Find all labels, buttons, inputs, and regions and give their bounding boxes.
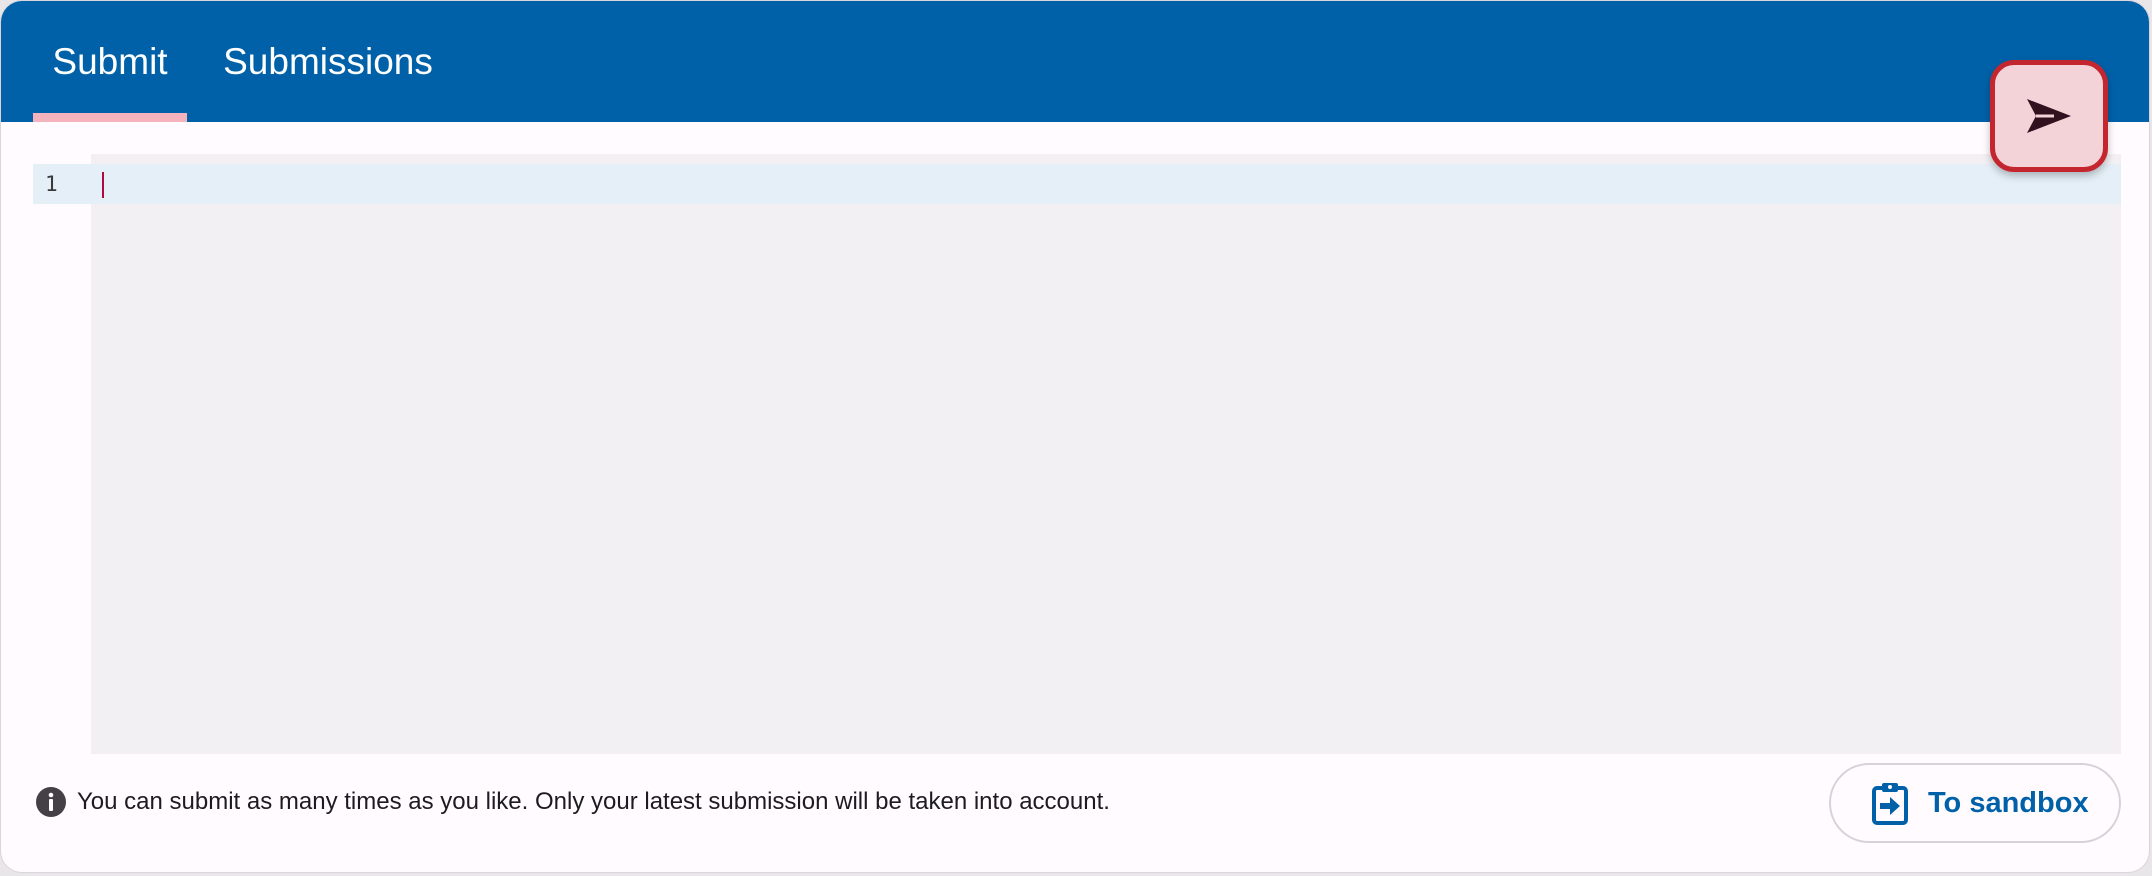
code-editor[interactable]: 1 xyxy=(33,154,2121,754)
text-cursor xyxy=(102,172,104,198)
active-tab-indicator xyxy=(33,113,187,122)
submission-info-text: You can submit as many times as you like… xyxy=(77,788,1110,815)
active-line-highlight xyxy=(33,164,2121,204)
to-sandbox-button[interactable]: To sandbox xyxy=(1829,763,2121,843)
submission-card: Submit Submissions 1 You can submit as m… xyxy=(0,0,2150,873)
info-icon xyxy=(36,787,66,817)
send-icon xyxy=(2027,99,2071,133)
clipboard-arrow-icon xyxy=(1872,783,1908,825)
tab-submit[interactable]: Submit xyxy=(33,1,187,122)
to-sandbox-label: To sandbox xyxy=(1928,787,2089,819)
line-number: 1 xyxy=(45,172,58,196)
tab-submit-label: Submit xyxy=(52,40,168,82)
editor-gutter xyxy=(33,154,91,754)
submit-button[interactable] xyxy=(1990,60,2108,172)
tab-submissions-label: Submissions xyxy=(223,40,433,82)
tab-submissions[interactable]: Submissions xyxy=(207,1,449,122)
tab-bar: Submit Submissions xyxy=(1,1,2149,122)
editor-text-area[interactable] xyxy=(91,154,2121,754)
